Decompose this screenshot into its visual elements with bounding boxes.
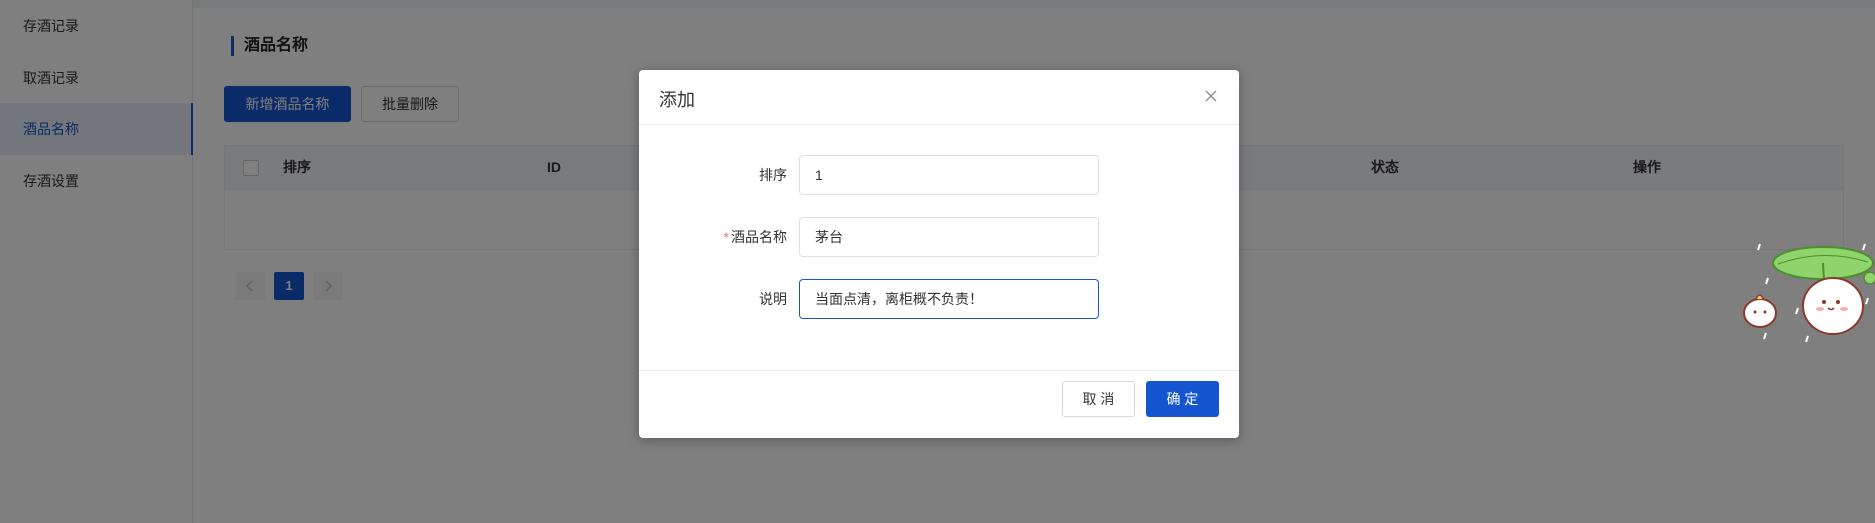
description-input[interactable] [799, 279, 1099, 319]
confirm-button[interactable]: 确 定 [1146, 381, 1219, 417]
cancel-button[interactable]: 取 消 [1062, 381, 1135, 417]
wine-name-input[interactable] [799, 217, 1099, 257]
add-dialog: 添加 排序 *酒品名称 说明 取 消 确 定 [639, 70, 1239, 438]
description-label: 说明 [759, 291, 787, 307]
close-icon[interactable] [1201, 86, 1221, 106]
sort-input[interactable] [799, 155, 1099, 195]
sort-label: 排序 [759, 167, 787, 183]
dialog-header: 添加 [639, 70, 1239, 125]
required-mark: * [723, 229, 729, 245]
dialog-title: 添加 [659, 90, 695, 110]
dialog-footer: 取 消 确 定 [639, 370, 1239, 439]
wine-name-label-text: 酒品名称 [731, 229, 787, 245]
mascot-sticker[interactable] [1738, 238, 1875, 348]
wine-name-label: * 酒品名称 [639, 217, 787, 257]
mascot-icon [1743, 243, 1875, 343]
